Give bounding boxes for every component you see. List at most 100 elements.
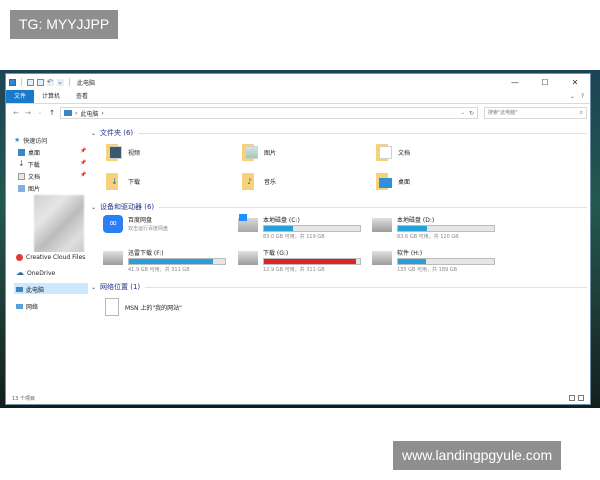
path-arrow-icon[interactable]: › (75, 110, 77, 117)
baidu-netdisk-icon: ∞ (103, 215, 123, 233)
forward-button[interactable]: → (22, 109, 34, 117)
folder-label: 文档 (398, 150, 411, 157)
folder-item-documents[interactable]: 文档 (375, 144, 410, 161)
help-icon[interactable]: ? (581, 93, 584, 100)
customize-toolbar-icon[interactable]: ⌄ (57, 78, 64, 86)
drive-usage-bar (263, 225, 361, 232)
app-info: 百度网盘 双击运行百度网盘 (128, 215, 168, 232)
group-title: 网络位置 (1) (100, 283, 141, 291)
search-input[interactable]: 搜索"此电脑" ⌕ (484, 107, 587, 119)
drive-item[interactable]: 软件 (H:) 135 GB 可用，共 189 GB (372, 248, 495, 273)
sidebar-item-downloads[interactable]: ↓ 下载 (18, 159, 40, 169)
drive-usage-bar (128, 258, 226, 265)
folder-item-downloads[interactable]: ↓ 下载 (105, 173, 140, 190)
sidebar-item-documents[interactable]: 文档 (18, 171, 40, 181)
details-view-icon[interactable] (569, 395, 575, 401)
screenshot-stage: TG: MYYJJPP ↶ ⌄ 此电脑 — ☐ ✕ 文件 计算机 查看 ⌄ ? … (0, 0, 600, 480)
group-header-folders[interactable]: ⌄ 文件夹 (6) (91, 128, 587, 138)
creative-cloud-icon (16, 253, 23, 261)
minimize-button[interactable]: — (500, 74, 530, 90)
group-title: 文件夹 (6) (100, 129, 134, 137)
undo-icon[interactable]: ↶ (47, 78, 54, 86)
sidebar-item-label: 桌面 (28, 149, 41, 157)
network-location-item[interactable]: MSN 上的"我的网站" (105, 298, 182, 316)
search-placeholder: 搜索"此电脑" (488, 110, 518, 116)
sidebar-item-desktop[interactable]: 桌面 (18, 147, 40, 157)
refresh-icon[interactable]: ↻ (469, 110, 474, 117)
chevron-down-icon[interactable]: ⌄ (91, 204, 100, 211)
chevron-down-icon[interactable]: ⌄ (91, 284, 100, 291)
address-bar[interactable]: › 此电脑 › ⌄ ↻ (60, 107, 478, 119)
drive-usage-bar (397, 258, 495, 265)
sidebar-item-label: 此电脑 (26, 286, 45, 294)
back-button[interactable]: ← (10, 109, 22, 117)
network-icon (16, 303, 23, 309)
windows-drive-icon (238, 214, 258, 232)
drive-usage-fill (129, 259, 213, 264)
download-icon: ↓ (18, 159, 25, 168)
sidebar-item-this-pc[interactable]: 此电脑 (16, 284, 44, 294)
sidebar-item-pictures[interactable]: 图片 (18, 183, 40, 193)
new-folder-icon[interactable] (37, 78, 44, 86)
drive-free-space: 83.6 GB 可用，共 120 GB (397, 234, 459, 240)
computer-icon (64, 110, 72, 116)
tab-view[interactable]: 查看 (68, 90, 96, 103)
app-item-baidu-netdisk[interactable]: ∞ 百度网盘 双击运行百度网盘 (103, 215, 168, 233)
address-dropdown-icon[interactable]: ⌄ (461, 110, 465, 116)
drive-item[interactable]: 本地磁盘 (C:) 83.0 GB 可用，共 119 GB (238, 214, 361, 240)
sidebar-item-quick-access[interactable]: ★ 快速访问 (14, 135, 47, 145)
folder-item-pictures[interactable]: 图片 (241, 144, 276, 161)
quick-access-toolbar: ↶ ⌄ 此电脑 (6, 78, 95, 87)
downloads-icon: ↓ (105, 173, 124, 190)
desktop-icon (375, 173, 394, 190)
ribbon-right-controls: ⌄ ? (570, 90, 590, 103)
sidebar-item-onedrive[interactable]: ☁ OneDrive (16, 268, 55, 278)
path-arrow-icon[interactable]: › (101, 110, 103, 117)
drive-icon (372, 218, 392, 232)
maximize-button[interactable]: ☐ (530, 74, 560, 90)
group-header-network-locations[interactable]: ⌄ 网络位置 (1) (91, 282, 587, 292)
address-toolbar: ← → ⌄ ↑ › 此电脑 › ⌄ ↻ 搜索"此电脑" ⌕ (6, 105, 590, 121)
close-button[interactable]: ✕ (560, 74, 590, 90)
status-bar: 13 个项目 (6, 392, 590, 404)
group-divider (159, 206, 587, 208)
content-pane: ⌄ 文件夹 (6) 视频 图片 文档 ↓ 下载 ♪ 音乐 桌面 ⌄ 设备和驱动器… (91, 122, 590, 394)
computer-icon (16, 286, 23, 292)
blurred-region (34, 195, 84, 253)
drive-item[interactable]: 下载 (G:) 12.9 GB 可用，共 311 GB (238, 248, 361, 273)
music-icon: ♪ (241, 173, 260, 190)
drive-item[interactable]: 本地磁盘 (D:) 83.6 GB 可用，共 120 GB (372, 215, 495, 240)
tab-computer[interactable]: 计算机 (34, 90, 68, 103)
drive-free-space: 41.9 GB 可用，共 311 GB (128, 267, 190, 273)
sidebar-item-network[interactable]: 网络 (16, 301, 38, 311)
ribbon-expand-icon[interactable]: ⌄ (570, 93, 575, 100)
folder-item-music[interactable]: ♪ 音乐 (241, 173, 276, 190)
properties-icon[interactable] (27, 78, 34, 86)
breadcrumb-this-pc[interactable]: 此电脑 (80, 109, 98, 118)
folder-item-desktop[interactable]: 桌面 (375, 173, 410, 190)
recent-locations-button[interactable]: ⌄ (34, 110, 46, 116)
documents-icon (375, 144, 394, 161)
drive-name: 下载 (G:) (263, 250, 289, 257)
pictures-icon (241, 144, 260, 161)
item-count: 13 个项目 (12, 395, 35, 402)
pictures-icon (18, 184, 25, 192)
group-header-devices[interactable]: ⌄ 设备和驱动器 (6) (91, 202, 587, 212)
drive-free-space: 12.9 GB 可用，共 311 GB (263, 267, 325, 273)
desktop-icon (18, 148, 25, 156)
navigation-pane: ★ 快速访问 桌面 📌 ↓ 下载 📌 文档 📌 图片 Creative Clou… (6, 122, 90, 394)
drive-free-space: 83.0 GB 可用，共 119 GB (263, 234, 325, 240)
sidebar-item-creative-cloud[interactable]: Creative Cloud Files (16, 252, 88, 262)
sidebar-item-label: 快速访问 (23, 137, 48, 145)
tab-file[interactable]: 文件 (6, 90, 35, 103)
up-button[interactable]: ↑ (46, 109, 58, 117)
drive-item[interactable]: 迅雷下载 (F:) 41.9 GB 可用，共 311 GB (103, 248, 226, 273)
chevron-down-icon[interactable]: ⌄ (91, 130, 100, 137)
drive-usage-bar (397, 225, 495, 232)
watermark-bottom: www.landingpgyule.com (393, 441, 562, 470)
folder-item-videos[interactable]: 视频 (105, 144, 140, 161)
sidebar-item-label: Creative Cloud Files (26, 253, 86, 261)
drive-usage-fill (264, 226, 293, 231)
pin-icon: 📌 (80, 148, 87, 154)
large-icons-view-icon[interactable] (578, 395, 584, 401)
